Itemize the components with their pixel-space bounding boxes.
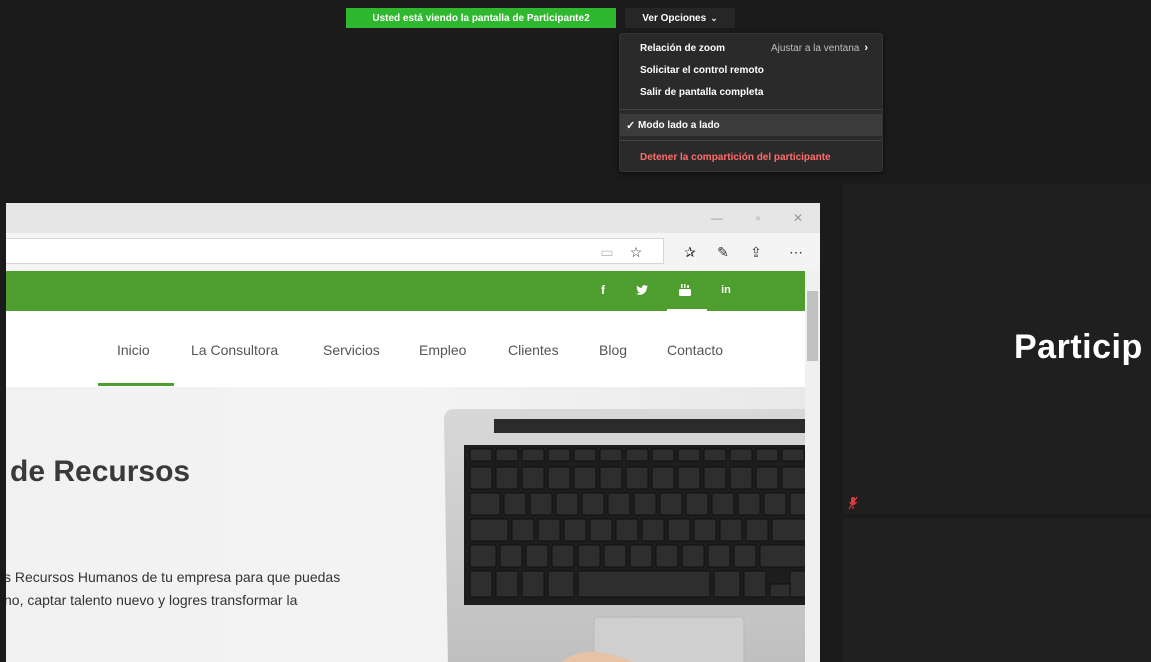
nav-item-la-consultora[interactable]: La Consultora [191,342,278,358]
nav-item-clientes[interactable]: Clientes [508,342,559,358]
menu-item-stop-share-label: Detener la compartición del participante [640,151,831,163]
nav-item-blog[interactable]: Blog [599,342,627,358]
zoom-ratio-submenu: Ajustar a la ventana › [771,42,868,54]
muted-mic-icon [848,496,858,510]
website-page: f in Inicio La Consultora Servicios Empl… [6,271,805,662]
menu-item-remote-control[interactable]: Solicitar el control remoto [620,59,882,81]
reading-view-icon[interactable]: ▭ [598,243,616,261]
hero-title: de Recursos [10,455,191,488]
main-nav: Inicio La Consultora Servicios Empleo Cl… [6,311,805,387]
page-scrollbar[interactable] [805,271,820,662]
shared-browser-window: — ▫ ✕ ▭ ☆ ✰ ✎ ⇪ ⋯ f in Inicio La Consult… [6,203,820,662]
share-banner-text: Usted está viendo la pantalla de Partici… [372,12,590,24]
nav-item-empleo[interactable]: Empleo [419,342,466,358]
view-options-label: Ver Opciones [642,12,707,24]
menu-item-side-by-side-label: Modo lado a lado [638,119,720,131]
chevron-right-icon: › [864,42,868,54]
zoom-window: Usted está viendo la pantalla de Partici… [0,0,1151,662]
hero-text: s Recursos Humanos de tu empresa para qu… [6,566,424,612]
participant-video-tile-2[interactable] [843,518,1151,662]
laptop-image [444,409,805,662]
hero-text-line-1: s Recursos Humanos de tu empresa para qu… [6,569,341,585]
menu-separator [620,140,882,141]
maximize-icon[interactable]: ▫ [747,209,769,227]
close-icon[interactable]: ✕ [787,209,809,227]
address-bar[interactable] [6,238,664,264]
menu-item-exit-fullscreen-label: Salir de pantalla completa [640,86,764,98]
twitter-icon[interactable] [634,281,650,299]
share-banner: Usted está viendo la pantalla de Partici… [346,8,616,28]
menu-item-stop-share[interactable]: Detener la compartición del participante [620,146,882,168]
view-options-button[interactable]: Ver Opciones ⌄ [625,8,735,28]
check-icon: ✓ [626,119,636,132]
minimize-icon[interactable]: — [706,209,728,227]
social-bar: f in [6,271,805,311]
nav-active-indicator [98,383,174,386]
youtube-icon[interactable] [677,281,693,299]
menu-item-side-by-side[interactable]: ✓ Modo lado a lado [620,114,882,136]
browser-titlebar: — ▫ ✕ [6,203,820,233]
share-icon[interactable]: ⇪ [747,243,765,261]
menu-item-remote-control-label: Solicitar el control remoto [640,64,764,76]
menu-item-zoom-ratio-label: Relación de zoom [640,42,726,54]
nav-item-servicios[interactable]: Servicios [323,342,380,358]
linkedin-icon[interactable]: in [718,281,734,299]
zoom-ratio-value: Ajustar a la ventana [770,42,860,54]
menu-item-zoom-ratio[interactable]: Relación de zoom Ajustar a la ventana › [620,37,882,59]
facebook-icon[interactable]: f [595,281,611,299]
nav-item-contacto[interactable]: Contacto [667,342,723,358]
chevron-down-icon: ⌄ [710,12,718,23]
menu-separator [620,109,882,110]
hero-text-line-2: no, captar talento nuevo y logres transf… [6,592,298,608]
favorites-list-icon[interactable]: ✰ [681,243,699,261]
scrollbar-thumb[interactable] [807,291,818,361]
more-menu-icon[interactable]: ⋯ [787,243,805,261]
favorite-star-icon[interactable]: ☆ [627,243,645,261]
participant-name: Particip [1014,328,1143,366]
menu-item-exit-fullscreen[interactable]: Salir de pantalla completa [620,81,882,103]
nav-item-inicio[interactable]: Inicio [117,342,150,358]
web-note-icon[interactable]: ✎ [714,243,732,261]
view-options-menu: Relación de zoom Ajustar a la ventana › … [619,33,883,172]
browser-toolbar: ▭ ☆ ✰ ✎ ⇪ ⋯ [6,233,820,271]
